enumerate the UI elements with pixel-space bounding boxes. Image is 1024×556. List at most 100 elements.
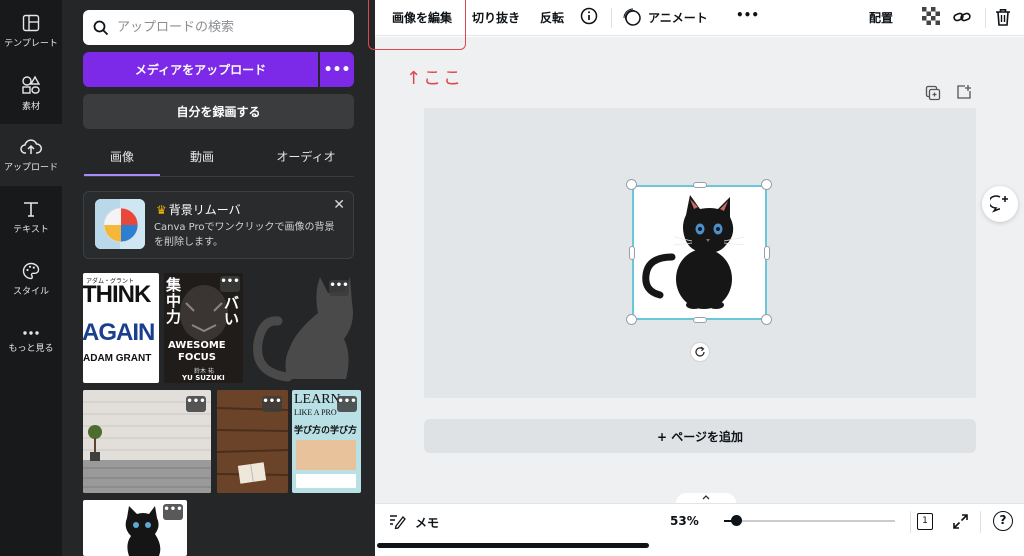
thumbnail-learn-like-a-pro[interactable]: LEARN LIKE A PRO 学び方の学び方 ••• (292, 390, 361, 493)
resize-handle-bottom-left[interactable] (626, 314, 637, 325)
duplicate-page-icon[interactable] (925, 85, 941, 101)
thumbnail-think-again[interactable]: アダム・グラント THINK AGAIN ADAM GRANT (83, 273, 159, 383)
close-icon[interactable]: ✕ (333, 197, 345, 213)
crop-button[interactable]: 切り抜き (472, 9, 520, 26)
thumbnail-more-button[interactable]: ••• (186, 396, 206, 412)
tab-videos[interactable]: 動画 (164, 148, 240, 168)
tab-images[interactable]: 画像 (84, 148, 160, 168)
rotate-icon (695, 346, 705, 357)
thumb-text: AGAIN (83, 319, 155, 346)
thumb-text: THINK (83, 281, 151, 308)
text-icon (24, 201, 38, 217)
rail-label: スタイル (12, 286, 49, 297)
thumb-text: ADAM GRANT (83, 353, 152, 364)
thumb-text: バい (224, 294, 240, 328)
active-tab-indicator (84, 174, 160, 176)
thumbnail-cat-silhouette[interactable]: ••• (248, 273, 354, 383)
rail-item-elements[interactable]: 素材 (0, 62, 62, 124)
search-input[interactable] (117, 20, 337, 35)
thumb-text: LEARN (294, 392, 341, 407)
rail-label: テンプレート (4, 38, 58, 49)
rail-item-uploads[interactable]: アップロード (0, 124, 62, 186)
resize-handle-bottom-right[interactable] (761, 314, 772, 325)
zoom-slider-knob[interactable] (731, 515, 742, 526)
thumbnail-awesome-focus[interactable]: 集中力 バい AWESOME FOCUS 鈴木 祐 YU SUZUKI ••• (164, 273, 243, 383)
transparency-icon[interactable] (922, 7, 940, 25)
zoom-slider-track[interactable] (724, 520, 895, 522)
toolbar-more-button[interactable]: ••• (736, 8, 759, 22)
bottombar-divider (980, 511, 981, 533)
resize-handle-right[interactable] (764, 246, 770, 260)
thumbnail-more-button[interactable]: ••• (220, 276, 240, 292)
thumbnail-brick-room[interactable]: ••• (83, 390, 211, 493)
info-icon[interactable] (580, 7, 598, 25)
rotate-handle[interactable] (690, 342, 710, 362)
rail-item-more[interactable]: もっと見る (0, 310, 62, 372)
resize-handle-top[interactable] (693, 182, 707, 188)
black-cat-illustration (642, 195, 745, 309)
annotation-text: ↑ここ (406, 68, 464, 89)
rail-label: テキスト (13, 224, 49, 235)
flip-button[interactable]: 反転 (540, 9, 564, 26)
tab-audio[interactable]: オーディオ (258, 148, 354, 168)
add-page-button[interactable]: + ページを追加 (424, 419, 976, 453)
thumb-text: AWESOME (168, 340, 226, 351)
animate-button[interactable]: アニメート (648, 9, 708, 26)
upload-media-button[interactable]: メディアをアップロード (83, 52, 318, 87)
rail-item-text[interactable]: テキスト (0, 186, 62, 248)
upload-more-button[interactable]: ••• (320, 52, 354, 87)
search-box[interactable] (83, 10, 354, 45)
beach-ball-image (95, 199, 145, 249)
tab-divider (84, 176, 354, 177)
home-indicator (377, 543, 649, 548)
thumbnail-more-button[interactable]: ••• (163, 504, 183, 520)
trash-icon[interactable] (994, 7, 1012, 27)
toolbar-divider (985, 8, 986, 28)
notes-button[interactable]: メモ (415, 514, 439, 531)
template-icon (22, 14, 40, 31)
thumb-text: LIKE A PRO (294, 408, 337, 417)
thumbnail-more-button[interactable]: ••• (329, 280, 349, 296)
comment-plus-icon (990, 195, 1008, 213)
left-rail: テンプレート 素材 アップロード テキスト スタイル もっと見る (0, 0, 62, 556)
rail-item-templates[interactable]: テンプレート (0, 0, 62, 62)
cover-block (296, 440, 356, 470)
tab-label: 画像 (109, 150, 134, 164)
link-icon[interactable] (952, 7, 972, 27)
bottombar-divider (910, 511, 911, 533)
thumb-text: 学び方の学び方 (294, 426, 358, 436)
help-icon: ? (999, 513, 1007, 527)
search-icon (93, 20, 109, 35)
notes-icon[interactable] (388, 513, 406, 529)
position-button[interactable]: 配置 (869, 9, 893, 26)
promo-title-text: 背景リムーバ (168, 203, 241, 217)
tab-label: オーディオ (276, 150, 336, 164)
thumbnail-more-button[interactable]: ••• (337, 396, 357, 412)
help-button[interactable]: ? (993, 511, 1013, 531)
rail-label: もっと見る (8, 343, 54, 354)
elements-icon (22, 75, 41, 94)
resize-handle-top-right[interactable] (761, 179, 772, 190)
crown-icon: ♛ (156, 203, 167, 217)
thumbnail-wood-desk[interactable]: ••• (217, 390, 288, 493)
uploads-panel: メディアをアップロード ••• 自分を録画する 画像 動画 オーディオ ♛背景リ… (62, 0, 375, 556)
selected-cat-image[interactable] (632, 185, 767, 320)
add-comment-button[interactable] (982, 186, 1018, 222)
thumbnail-more-button[interactable]: ••• (262, 396, 282, 412)
record-yourself-button[interactable]: 自分を録画する (83, 94, 354, 129)
resize-handle-left[interactable] (629, 246, 635, 260)
animate-icon[interactable] (622, 7, 642, 27)
thumb-text: FOCUS (178, 352, 216, 363)
resize-handle-top-left[interactable] (626, 179, 637, 190)
rail-item-styles[interactable]: スタイル (0, 248, 62, 310)
resize-handle-bottom[interactable] (693, 317, 707, 323)
thumbnail-black-cat[interactable]: ••• (83, 500, 187, 556)
zoom-percentage[interactable]: 53% (670, 514, 699, 528)
background-remover-promo[interactable]: ♛ 背景リムーバ Canva Proでワンクリックで画像の背景を削除します。 ✕ (83, 191, 354, 259)
upload-cloud-icon (20, 138, 42, 154)
tab-label: 動画 (189, 150, 214, 164)
add-page-icon[interactable] (956, 84, 972, 100)
page-count-button[interactable]: 1 (917, 513, 933, 530)
fullscreen-icon[interactable] (952, 513, 969, 530)
add-page-label: + ページを追加 (657, 429, 743, 444)
